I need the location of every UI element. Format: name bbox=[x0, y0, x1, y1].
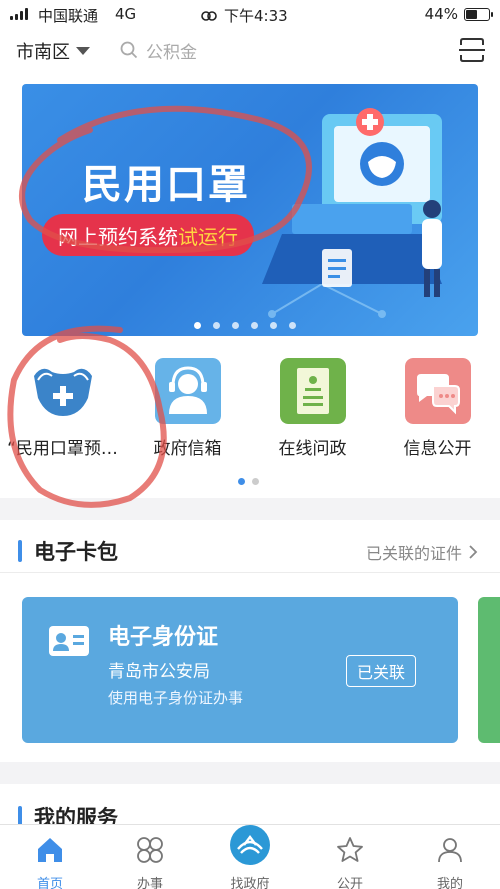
banner-dot[interactable] bbox=[232, 322, 239, 329]
page-dot[interactable] bbox=[238, 478, 245, 485]
wallet-section-header: 电子卡包 已关联的证件 bbox=[0, 532, 500, 572]
city-selector[interactable]: 市南区 bbox=[16, 38, 90, 64]
linked-documents-link[interactable]: 已关联的证件 bbox=[366, 540, 478, 564]
tab-label: 办事 bbox=[136, 877, 163, 889]
chevron-right-icon bbox=[469, 545, 478, 559]
quick-item-label: 信息公开 bbox=[403, 439, 472, 459]
grid-icon bbox=[137, 837, 163, 863]
banner-dot[interactable] bbox=[289, 322, 296, 329]
tab-find-government[interactable]: 找政府 bbox=[200, 825, 300, 889]
chevron-down-icon bbox=[76, 47, 90, 55]
document-icon bbox=[280, 358, 346, 424]
battery-icon bbox=[464, 7, 493, 21]
quick-item-online-inquiry[interactable]: 在线问政 bbox=[250, 358, 375, 459]
next-card-peek[interactable] bbox=[478, 597, 500, 743]
carrier-name: 中国联通 bbox=[38, 7, 99, 25]
search-placeholder: 公积金 bbox=[146, 42, 197, 63]
id-card-icon bbox=[49, 626, 89, 656]
headset-person-icon bbox=[155, 358, 221, 424]
clock: 下午4:33 bbox=[200, 5, 288, 26]
tab-disclosure[interactable]: 公开 bbox=[300, 831, 400, 889]
tab-label: 首页 bbox=[36, 877, 63, 889]
quick-item-gov-mailbox[interactable]: 政府信箱 bbox=[125, 358, 250, 459]
tab-services[interactable]: 办事 bbox=[100, 831, 200, 889]
quick-item-label: 在线问政 bbox=[278, 439, 347, 459]
network-type: 4G bbox=[115, 5, 137, 23]
scan-icon[interactable] bbox=[458, 36, 486, 64]
tab-home[interactable]: 首页 bbox=[0, 831, 100, 889]
home-icon bbox=[38, 838, 62, 862]
section-divider bbox=[0, 762, 500, 784]
banner-dot[interactable] bbox=[194, 322, 201, 329]
id-card-description: 使用电子身份证办事 bbox=[108, 689, 244, 707]
wallet-section-title: 电子卡包 bbox=[34, 540, 118, 564]
banner-dot[interactable] bbox=[270, 322, 277, 329]
bottom-tab-bar: 首页 办事 找政府 公开 我的 bbox=[0, 824, 500, 889]
search-input[interactable]: 公积金 bbox=[110, 34, 430, 66]
section-accent-bar bbox=[18, 540, 22, 562]
header-bar: 市南区 公积金 bbox=[0, 28, 500, 72]
city-name: 市南区 bbox=[16, 42, 70, 63]
signal-icon bbox=[10, 8, 28, 20]
promo-banner[interactable]: 民用口罩 网上预约系统 试运行 bbox=[22, 84, 478, 336]
id-card-linked-badge: 已关联 bbox=[346, 655, 417, 687]
banner-title: 民用口罩 bbox=[82, 162, 250, 208]
lock-rotation-icon bbox=[201, 10, 217, 21]
search-icon bbox=[120, 41, 138, 59]
battery-percent: 44% bbox=[424, 5, 458, 23]
tab-label: 我的 bbox=[436, 877, 463, 889]
tab-label: 找政府 bbox=[230, 877, 270, 889]
star-icon bbox=[337, 837, 363, 862]
quick-item-info-disclosure[interactable]: 信息公开 bbox=[375, 358, 500, 459]
tab-label: 公开 bbox=[336, 877, 363, 889]
banner-illustration bbox=[262, 108, 442, 318]
page-dot[interactable] bbox=[252, 478, 259, 485]
banner-subtitle: 网上预约系统 试运行 bbox=[42, 214, 254, 256]
section-divider bbox=[0, 498, 500, 520]
quick-item-label: 政府信箱 bbox=[153, 439, 222, 459]
id-card-issuer: 青岛市公安局 bbox=[108, 662, 210, 682]
section-rule bbox=[0, 572, 500, 573]
tab-profile[interactable]: 我的 bbox=[400, 831, 500, 889]
status-time: 下午4:33 bbox=[224, 7, 288, 25]
banner-dot[interactable] bbox=[251, 322, 258, 329]
banner-pagination bbox=[194, 322, 296, 329]
linked-documents-label: 已关联的证件 bbox=[365, 544, 462, 563]
banner-subtitle-highlight: 试运行 bbox=[178, 224, 238, 249]
quick-items-pagination bbox=[238, 478, 259, 485]
banner-subtitle-text: 网上预约系统 bbox=[58, 224, 178, 249]
quick-item-mask-reservation[interactable]: “民用口罩预… bbox=[0, 358, 125, 459]
quick-item-label: “民用口罩预… bbox=[7, 439, 118, 459]
government-logo-icon bbox=[230, 825, 270, 865]
battery-status: 44% bbox=[424, 5, 493, 23]
chat-bubbles-icon bbox=[405, 358, 471, 424]
mask-plus-icon bbox=[34, 368, 92, 416]
status-bar: 中国联通 4G 下午4:33 44% bbox=[0, 0, 500, 28]
id-card-title: 电子身份证 bbox=[108, 625, 219, 650]
electronic-id-card[interactable]: 电子身份证 青岛市公安局 使用电子身份证办事 已关联 bbox=[22, 597, 458, 743]
banner-dot[interactable] bbox=[213, 322, 220, 329]
user-icon bbox=[438, 838, 462, 863]
